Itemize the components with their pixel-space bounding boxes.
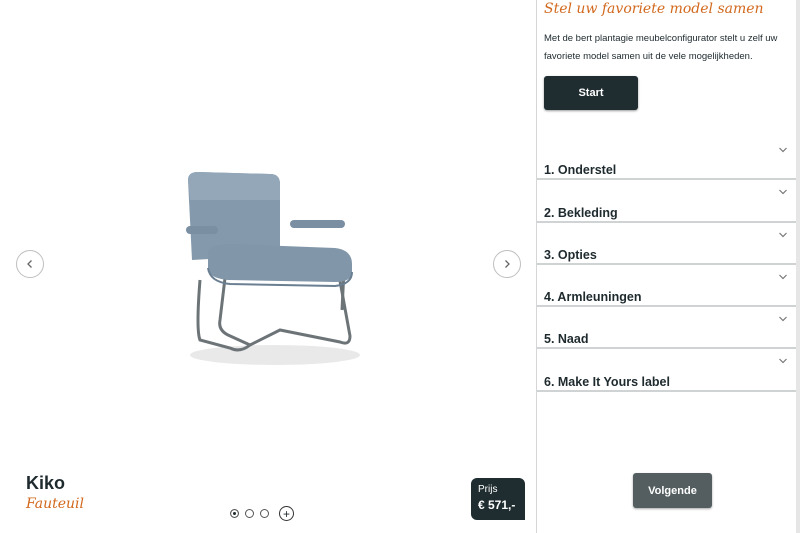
chevron-right-icon — [505, 260, 510, 268]
section-opties[interactable]: 3. Opties — [537, 223, 800, 265]
section-label: 6. Make It Yours label — [544, 374, 670, 389]
chevron-left-icon — [27, 260, 32, 268]
section-armleuningen[interactable]: 4. Armleuningen — [537, 265, 800, 308]
section-label: 4. Armleuningen — [544, 290, 642, 305]
gallery-dot-3[interactable] — [260, 509, 269, 518]
chevron-down-icon — [779, 189, 787, 195]
start-button[interactable]: Start — [544, 76, 638, 110]
product-viewer: Kiko Fauteuil + Prijs € 571,- — [0, 0, 537, 533]
next-button[interactable]: Volgende — [633, 473, 712, 508]
configurator-sections: 1. Onderstel 2. Bekleding 3. Opties 4. A… — [537, 138, 800, 392]
section-label: 5. Naad — [544, 332, 589, 347]
gallery-dot-1[interactable] — [230, 509, 239, 518]
section-label: 1. Onderstel — [544, 163, 617, 178]
configurator-panel: Stel uw favoriete model samen Met de ber… — [537, 0, 800, 533]
section-make-it-yours-label[interactable]: 6. Make It Yours label — [537, 349, 800, 392]
section-label: 3. Opties — [544, 247, 597, 262]
price-label: Prijs — [478, 484, 498, 495]
panel-intro-text: Met de bert plantagie meubelconfigurator… — [544, 33, 778, 62]
gallery-dot-2[interactable] — [245, 509, 254, 518]
section-label: 2. Bekleding — [544, 205, 618, 220]
gallery-pagination: + — [230, 506, 294, 521]
chevron-down-icon — [779, 316, 787, 322]
panel-title: Stel uw favoriete model samen — [544, 1, 764, 17]
previous-image-button[interactable] — [16, 250, 44, 278]
product-name: Kiko — [26, 473, 66, 493]
section-naad[interactable]: 5. Naad — [537, 307, 800, 350]
chevron-down-icon — [779, 232, 787, 237]
chevron-down-icon — [779, 147, 787, 153]
product-image — [170, 160, 370, 380]
product-type: Fauteuil — [26, 496, 85, 512]
page-edge-divider — [796, 0, 800, 533]
chevron-down-icon — [779, 359, 787, 364]
section-onderstel[interactable]: 1. Onderstel — [537, 138, 800, 181]
next-image-button[interactable] — [493, 250, 521, 278]
price-badge: Prijs € 571,- — [471, 478, 525, 520]
section-bekleding[interactable]: 2. Bekleding — [537, 180, 800, 223]
chevron-down-icon — [779, 274, 787, 280]
price-value: € 571,- — [478, 498, 516, 512]
plus-icon[interactable]: + — [279, 506, 294, 521]
